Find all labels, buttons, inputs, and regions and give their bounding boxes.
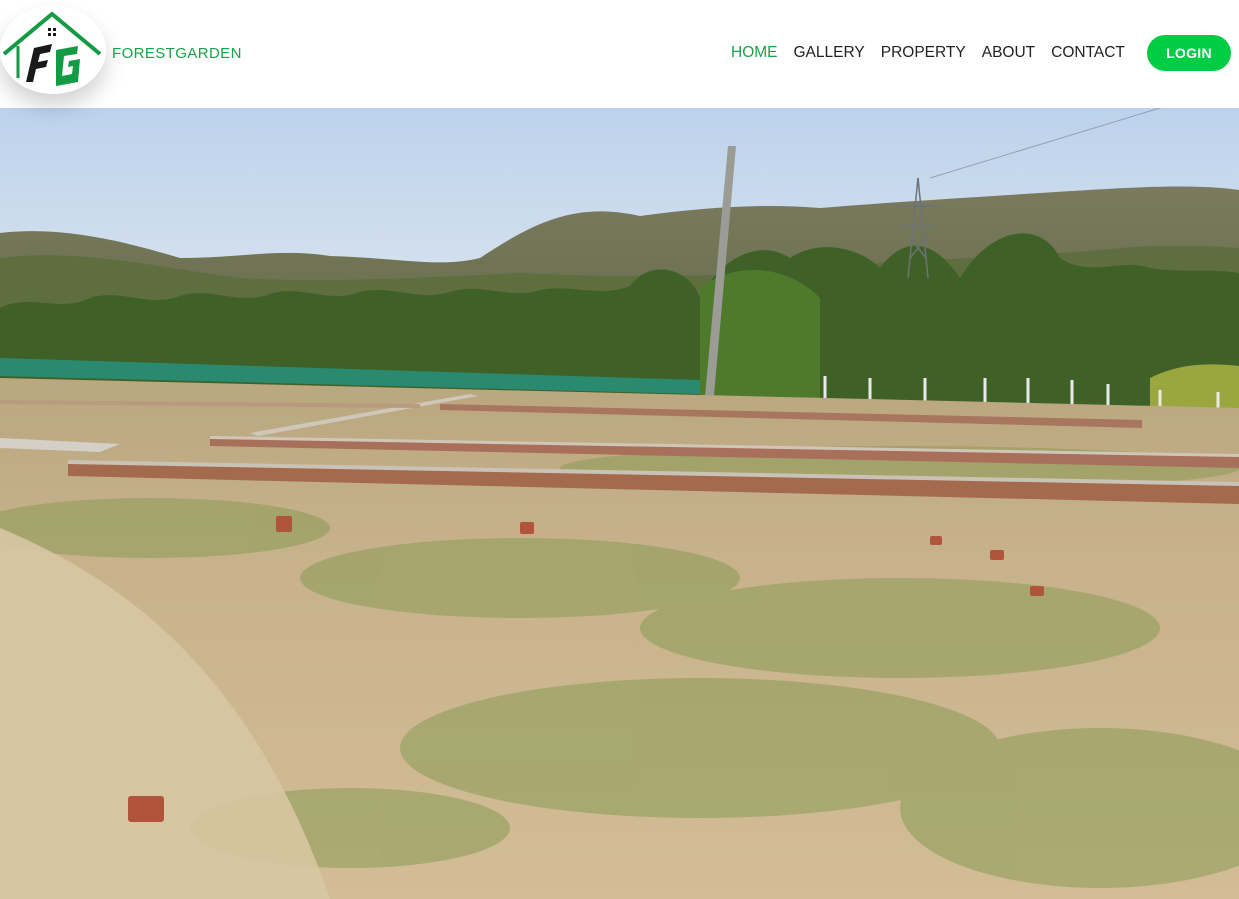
logo[interactable] bbox=[0, 6, 106, 94]
main-nav: HOME GALLERY PROPERTY ABOUT CONTACT bbox=[731, 43, 1141, 63]
brand-name[interactable]: FORESTGARDEN bbox=[112, 45, 242, 62]
nav-item-about[interactable]: ABOUT bbox=[982, 43, 1035, 63]
land-plot-photo bbox=[0, 108, 1239, 899]
nav-item-contact[interactable]: CONTACT bbox=[1051, 43, 1125, 63]
nav-item-home[interactable]: HOME bbox=[731, 43, 778, 63]
nav-item-property[interactable]: PROPERTY bbox=[881, 43, 966, 63]
site-header: FORESTGARDEN HOME GALLERY PROPERTY ABOUT… bbox=[0, 0, 1239, 108]
hero-image bbox=[0, 108, 1239, 899]
nav-item-gallery[interactable]: GALLERY bbox=[794, 43, 865, 63]
login-button[interactable]: LOGIN bbox=[1147, 35, 1231, 71]
house-fg-logo-icon bbox=[2, 12, 102, 86]
